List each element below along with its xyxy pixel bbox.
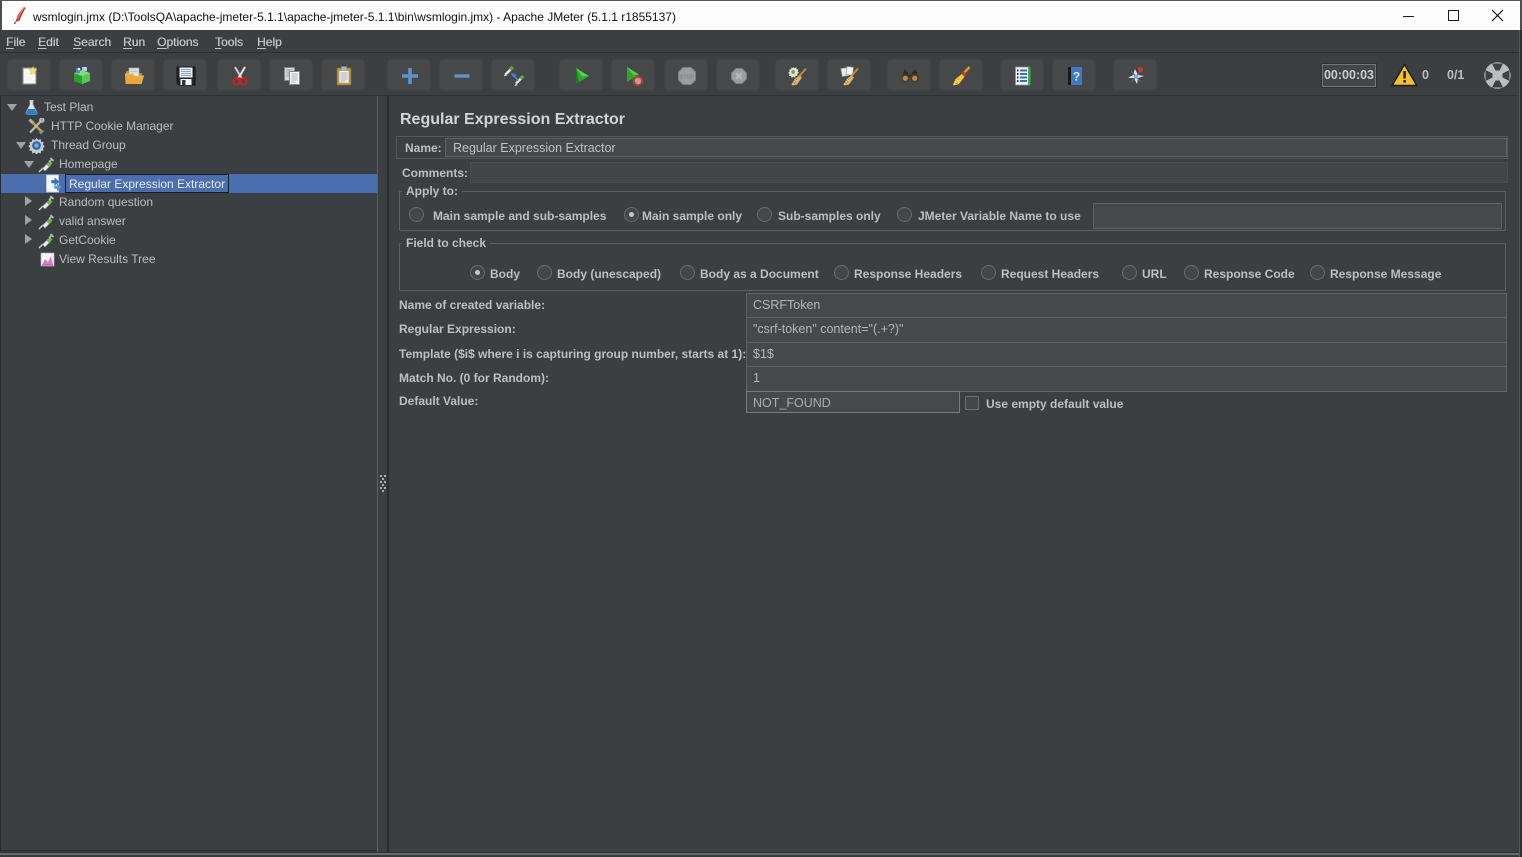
svg-text:?: ?	[1073, 70, 1080, 84]
svg-text:STOP: STOP	[680, 75, 695, 81]
